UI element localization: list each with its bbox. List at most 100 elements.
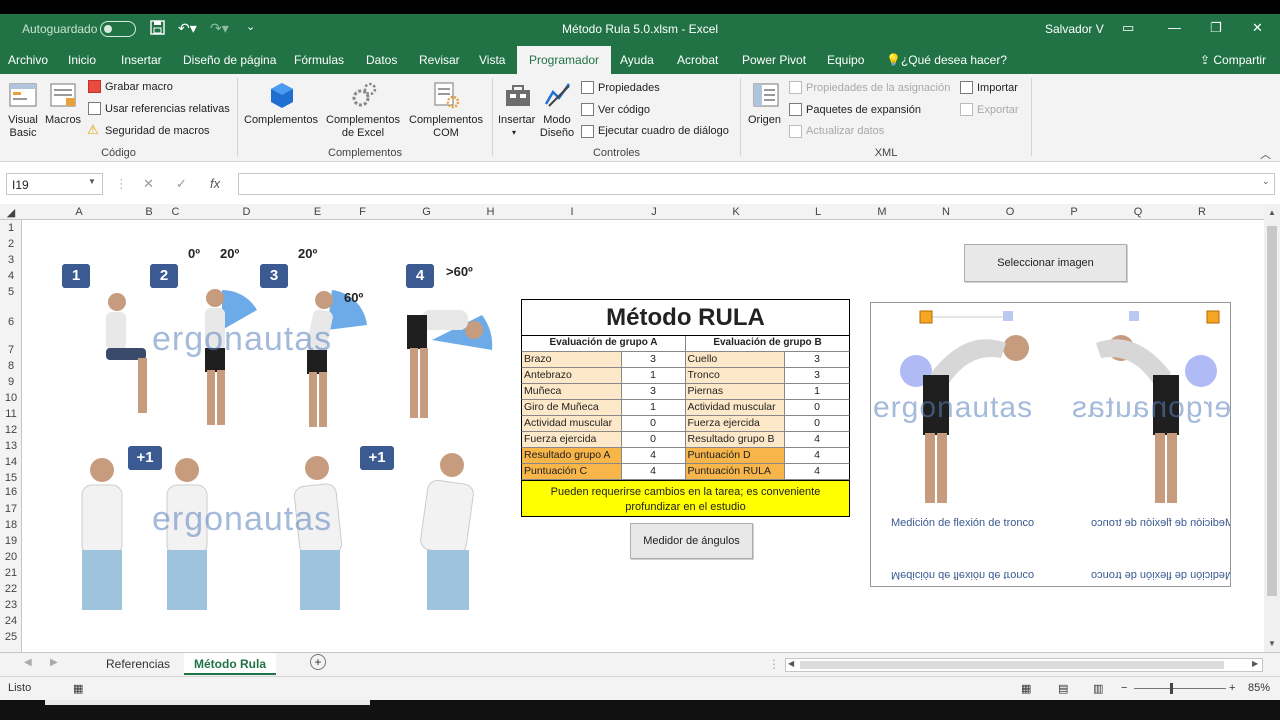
tab-acrobat[interactable]: Acrobat (677, 53, 718, 67)
column-header[interactable]: R (1170, 206, 1234, 218)
propiedades-button[interactable]: Propiedades (598, 82, 660, 94)
column-header[interactable]: Q (1106, 206, 1170, 218)
ver-codigo-button[interactable]: Ver código (598, 104, 650, 116)
group-a-value[interactable]: 1 (622, 368, 686, 383)
column-header[interactable]: M (850, 206, 914, 218)
row-header[interactable]: 9 (0, 376, 22, 388)
group-a-value[interactable]: 3 (622, 352, 686, 367)
row-header[interactable]: 2 (0, 238, 22, 250)
tab-datos[interactable]: Datos (366, 53, 397, 67)
add-sheet-icon[interactable]: + (310, 654, 326, 670)
group-a-value[interactable]: 0 (622, 416, 686, 431)
tab-inicio[interactable]: Inicio (68, 53, 96, 67)
group-a-value[interactable]: 0 (622, 432, 686, 447)
group-b-value[interactable]: 0 (785, 416, 849, 431)
column-header[interactable]: G (394, 206, 459, 218)
next-sheet-icon[interactable]: ▶ (50, 657, 58, 668)
column-header[interactable]: A (22, 206, 136, 218)
tab-programador[interactable]: Programador (517, 46, 612, 74)
group-b-value[interactable]: 1 (785, 384, 849, 399)
select-all-corner[interactable]: ◢ (0, 206, 22, 219)
row-header[interactable]: 10 (0, 392, 22, 404)
column-header[interactable]: K (686, 206, 786, 218)
column-header[interactable]: L (786, 206, 850, 218)
row-header[interactable]: 25 (0, 631, 22, 643)
group-b-value[interactable]: 3 (785, 368, 849, 383)
collapse-ribbon-icon[interactable]: ︿ (1260, 146, 1271, 162)
tell-me-search[interactable]: 💡¿Qué desea hacer? (886, 53, 1007, 67)
exportar-button[interactable]: Exportar (977, 104, 1019, 116)
more-sheets-icon[interactable]: ⋮ (768, 657, 780, 671)
row-header[interactable]: 7 (0, 344, 22, 356)
column-header[interactable]: J (622, 206, 686, 218)
row-header[interactable]: 23 (0, 599, 22, 611)
propiedades-asignacion-button[interactable]: Propiedades de la asignación (806, 82, 950, 94)
column-header[interactable]: F (331, 206, 394, 218)
page-layout-icon[interactable]: ▤ (1058, 682, 1068, 695)
enter-icon[interactable]: ✓ (176, 176, 187, 192)
column-header[interactable]: I (522, 206, 622, 218)
visual-basic-button[interactable]: Visual Basic (4, 114, 42, 140)
row-header[interactable]: 11 (0, 408, 22, 420)
restore-icon[interactable]: ❐ (1210, 20, 1222, 36)
sheet-tab-referencias[interactable]: Referencias (106, 657, 170, 671)
row-header[interactable]: 5 (0, 286, 22, 298)
seguridad-macros-button[interactable]: Seguridad de macros (105, 125, 210, 137)
scroll-thumb[interactable] (1267, 226, 1277, 596)
macro-record-icon[interactable]: ▦ (73, 682, 83, 695)
insert-function-icon[interactable]: fx (210, 176, 220, 191)
tab-ayuda[interactable]: Ayuda (620, 53, 654, 67)
column-header[interactable]: E (304, 206, 331, 218)
scroll-right-icon[interactable]: ▶ (1252, 659, 1258, 668)
paquetes-expansion-button[interactable]: Paquetes de expansión (806, 104, 921, 116)
column-header[interactable]: N (914, 206, 978, 218)
group-b-value[interactable]: 0 (785, 400, 849, 415)
row-header[interactable]: 8 (0, 360, 22, 372)
complementos-com-button[interactable]: Complementos COM (404, 114, 488, 140)
tab-power-pivot[interactable]: Power Pivot (742, 53, 806, 67)
tab-equipo[interactable]: Equipo (827, 53, 864, 67)
modo-diseno-button[interactable]: Modo Diseño (538, 114, 576, 140)
zoom-slider-thumb[interactable] (1170, 683, 1173, 694)
group-b-value[interactable]: 3 (785, 352, 849, 367)
previous-sheet-icon[interactable]: ◀ (24, 657, 32, 668)
column-header[interactable]: P (1042, 206, 1106, 218)
zoom-out-icon[interactable]: − (1121, 682, 1127, 694)
row-header[interactable]: 4 (0, 270, 22, 282)
group-b-value[interactable]: 4 (785, 432, 849, 447)
insertar-control-button[interactable]: Insertar (498, 114, 535, 126)
complementos-excel-button[interactable]: Complementos de Excel (324, 114, 402, 140)
ejecutar-cuadro-button[interactable]: Ejecutar cuadro de diálogo (598, 125, 729, 137)
group-a-value[interactable]: 1 (622, 400, 686, 415)
column-header[interactable]: B (136, 206, 162, 218)
column-header[interactable]: O (978, 206, 1042, 218)
close-icon[interactable]: ✕ (1252, 20, 1263, 36)
tab-vista[interactable]: Vista (479, 53, 505, 67)
row-header[interactable]: 19 (0, 535, 22, 547)
user-name[interactable]: Salvador V (1045, 22, 1104, 36)
column-header[interactable]: D (189, 206, 304, 218)
chevron-down-icon[interactable]: ▼ (88, 177, 96, 186)
row-header[interactable]: 24 (0, 615, 22, 627)
importar-button[interactable]: Importar (977, 82, 1018, 94)
row-header[interactable]: 6 (0, 316, 22, 328)
usar-referencias-button[interactable]: Usar referencias relativas (105, 103, 230, 115)
minimize-icon[interactable]: — (1168, 20, 1181, 35)
row-header[interactable]: 14 (0, 456, 22, 468)
origen-button[interactable]: Origen (748, 114, 781, 126)
row-header[interactable]: 17 (0, 503, 22, 515)
horizontal-scrollbar[interactable]: ◀ ▶ (785, 658, 1263, 672)
tab-insertar[interactable]: Insertar (121, 53, 162, 67)
formula-input[interactable] (238, 173, 1275, 195)
grabar-macro-button[interactable]: Grabar macro (105, 81, 173, 93)
tab-archivo[interactable]: Archivo (8, 53, 48, 67)
row-header[interactable]: 20 (0, 551, 22, 563)
row-header[interactable]: 15 (0, 472, 22, 484)
column-header[interactable]: C (162, 206, 189, 218)
row-header[interactable]: 18 (0, 519, 22, 531)
row-header[interactable]: 13 (0, 440, 22, 452)
complementos-button[interactable]: Complementos (244, 114, 318, 126)
medidor-angulos-button[interactable]: Medidor de ángulos (630, 523, 753, 559)
share-button[interactable]: ⇪ Compartir (1200, 53, 1266, 67)
zoom-level[interactable]: 85% (1248, 682, 1270, 694)
